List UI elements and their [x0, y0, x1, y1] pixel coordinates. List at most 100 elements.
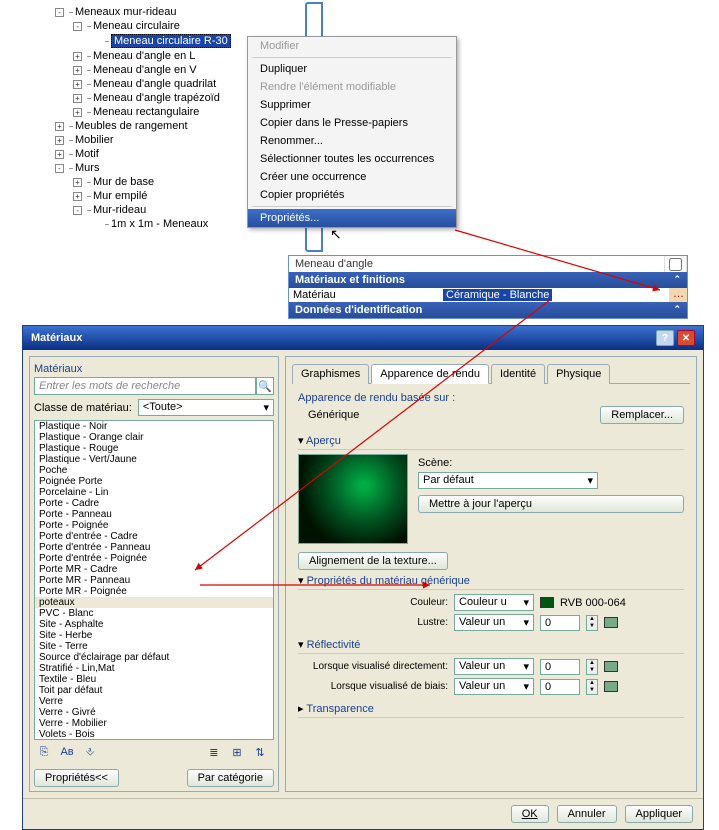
- material-list-item[interactable]: Site - Terre: [35, 641, 273, 652]
- tree-label[interactable]: Murs: [75, 162, 99, 174]
- rename-icon[interactable]: Aʙ: [59, 744, 75, 760]
- dialog-titlebar[interactable]: Matériaux ? ✕: [23, 326, 703, 350]
- color-mode-select[interactable]: Couleur u▾: [454, 594, 534, 611]
- tree-toggle-icon[interactable]: +: [73, 192, 82, 201]
- lustre-select[interactable]: Valeur un▾: [454, 614, 534, 631]
- menu-item[interactable]: Dupliquer: [248, 60, 456, 78]
- view-sort-icon[interactable]: ⇅: [252, 744, 268, 760]
- menu-item[interactable]: Propriétés...: [248, 209, 456, 227]
- prop-param-value[interactable]: Céramique - Blanche: [439, 288, 669, 302]
- material-list-item[interactable]: Porte MR - Poignée: [35, 586, 273, 597]
- bias-value-input[interactable]: 0: [540, 679, 580, 695]
- tree-toggle-icon[interactable]: +: [73, 108, 82, 117]
- material-list-item[interactable]: Porte d'entrée - Poignée: [35, 553, 273, 564]
- tree-label[interactable]: Meneau d'angle quadrilat: [93, 78, 216, 90]
- search-icon[interactable]: 🔍: [256, 377, 274, 395]
- prop-group-materials[interactable]: Matériaux et finitions⌃: [289, 272, 687, 288]
- tree-toggle-icon[interactable]: +: [55, 136, 64, 145]
- material-list-item[interactable]: Porte d'entrée - Cadre: [35, 531, 273, 542]
- tree-label[interactable]: Meneau d'angle en L: [93, 50, 195, 62]
- tree-toggle-icon[interactable]: +: [73, 178, 82, 187]
- tree-toggle-icon[interactable]: +: [73, 66, 82, 75]
- material-list-item[interactable]: poteaux: [35, 597, 273, 608]
- tab[interactable]: Physique: [547, 364, 610, 384]
- tree-toggle-icon[interactable]: +: [73, 52, 82, 61]
- material-list-item[interactable]: Verre: [35, 696, 273, 707]
- material-list-item[interactable]: Porte - Panneau: [35, 509, 273, 520]
- search-input[interactable]: Entrer les mots de recherche: [34, 377, 256, 395]
- tree-toggle-icon[interactable]: +: [73, 80, 82, 89]
- direct-spinner[interactable]: ▲▼: [586, 659, 598, 675]
- tree-label[interactable]: Meneaux mur-rideau: [75, 6, 177, 18]
- tree-item[interactable]: -····Meneaux mur-rideau: [55, 5, 315, 19]
- tree-item[interactable]: -····Meneau circulaire: [55, 19, 315, 33]
- menu-item[interactable]: Copier dans le Presse-papiers: [248, 114, 456, 132]
- material-list-item[interactable]: PVC - Blanc: [35, 608, 273, 619]
- prop-group-ident[interactable]: Données d'identification⌃: [289, 302, 687, 318]
- tab[interactable]: Graphismes: [292, 364, 369, 384]
- tree-label[interactable]: Mobilier: [75, 134, 114, 146]
- apply-button[interactable]: Appliquer: [625, 805, 693, 823]
- material-list-item[interactable]: Volets - Bois: [35, 729, 273, 740]
- menu-item[interactable]: Copier propriétés: [248, 186, 456, 204]
- view-list-icon[interactable]: ≣: [206, 744, 222, 760]
- help-button[interactable]: ?: [656, 330, 674, 346]
- by-category-button[interactable]: Par catégorie: [187, 769, 274, 787]
- material-list-item[interactable]: Porte - Cadre: [35, 498, 273, 509]
- tree-label[interactable]: Meneau rectangulaire: [93, 106, 199, 118]
- bias-swatch-icon[interactable]: [604, 681, 618, 692]
- material-list-item[interactable]: Porte MR - Cadre: [35, 564, 273, 575]
- tree-toggle-icon[interactable]: -: [73, 22, 82, 31]
- direct-value-input[interactable]: 0: [540, 659, 580, 675]
- material-list-item[interactable]: Plastique - Orange clair: [35, 432, 273, 443]
- cancel-button[interactable]: Annuler: [557, 805, 617, 823]
- material-list-item[interactable]: Toit par défaut: [35, 685, 273, 696]
- bias-spinner[interactable]: ▲▼: [586, 679, 598, 695]
- material-list-item[interactable]: Plastique - Rouge: [35, 443, 273, 454]
- prop-row-check[interactable]: [665, 256, 687, 272]
- update-preview-button[interactable]: Mettre à jour l'aperçu: [418, 495, 684, 513]
- tree-toggle-icon[interactable]: -: [55, 8, 64, 17]
- delete-icon[interactable]: ⎀: [82, 745, 98, 761]
- tab[interactable]: Identité: [491, 364, 545, 384]
- material-list-item[interactable]: Plastique - Vert/Jaune: [35, 454, 273, 465]
- direct-view-select[interactable]: Valeur un▾: [454, 658, 534, 675]
- menu-item[interactable]: Renommer...: [248, 132, 456, 150]
- tab[interactable]: Apparence de rendu: [371, 364, 489, 384]
- tree-toggle-icon[interactable]: +: [55, 150, 64, 159]
- material-list-item[interactable]: Textile - Bleu: [35, 674, 273, 685]
- tree-toggle-icon[interactable]: +: [73, 94, 82, 103]
- color-swatch-icon[interactable]: [540, 597, 554, 608]
- materials-list[interactable]: Plastique - NoirPlastique - Orange clair…: [34, 420, 274, 740]
- tree-label[interactable]: Meubles de rangement: [75, 120, 188, 132]
- menu-item[interactable]: Créer une occurrence: [248, 168, 456, 186]
- material-list-item[interactable]: Porte MR - Panneau: [35, 575, 273, 586]
- tree-label[interactable]: Mur empilé: [93, 190, 147, 202]
- tree-label[interactable]: Meneau circulaire R-30: [111, 34, 231, 48]
- material-list-item[interactable]: Source d'éclairage par défaut: [35, 652, 273, 663]
- bias-view-select[interactable]: Valeur un▾: [454, 678, 534, 695]
- direct-swatch-icon[interactable]: [604, 661, 618, 672]
- tree-label[interactable]: 1m x 1m - Meneaux: [111, 218, 208, 230]
- tree-toggle-icon[interactable]: -: [55, 164, 64, 173]
- properties-toggle-button[interactable]: Propriétés<<: [34, 769, 119, 787]
- material-list-item[interactable]: Porte d'entrée - Panneau: [35, 542, 273, 553]
- close-button[interactable]: ✕: [677, 330, 695, 346]
- material-list-item[interactable]: Site - Asphalte: [35, 619, 273, 630]
- view-grid-icon[interactable]: ⊞: [229, 744, 245, 760]
- tree-toggle-icon[interactable]: -: [73, 206, 82, 215]
- scene-select[interactable]: Par défaut▾: [418, 472, 598, 489]
- material-list-item[interactable]: Porte - Poignée: [35, 520, 273, 531]
- tree-label[interactable]: Meneau circulaire: [93, 20, 180, 32]
- lustre-value-input[interactable]: 0: [540, 615, 580, 631]
- material-list-item[interactable]: Verre - Givré: [35, 707, 273, 718]
- material-list-item[interactable]: Plastique - Noir: [35, 421, 273, 432]
- tree-label[interactable]: Meneau d'angle trapézoïd: [93, 92, 220, 104]
- lustre-swatch-icon[interactable]: [604, 617, 618, 628]
- tree-toggle-icon[interactable]: +: [55, 122, 64, 131]
- class-select[interactable]: <Toute>▾: [138, 399, 274, 416]
- tree-label[interactable]: Meneau d'angle en V: [93, 64, 197, 76]
- menu-item[interactable]: Sélectionner toutes les occurrences: [248, 150, 456, 168]
- material-list-item[interactable]: Site - Herbe: [35, 630, 273, 641]
- prop-browse-button[interactable]: …: [669, 288, 687, 302]
